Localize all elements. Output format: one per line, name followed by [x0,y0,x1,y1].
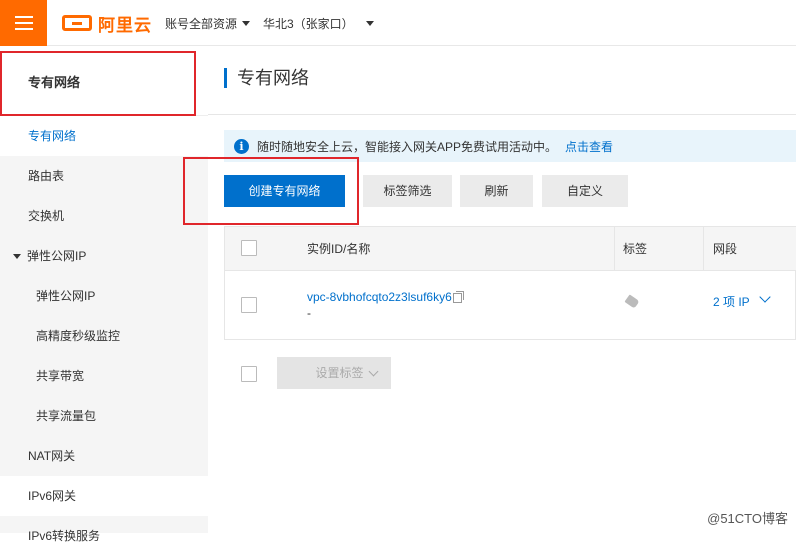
region-dropdown-label: 华北3（张家口） [263,16,354,31]
refresh-button[interactable]: 刷新 [460,175,533,207]
expand-triangle-icon [13,254,21,260]
vpc-table: 实例ID/名称 标签 网段 vpc-8vbhofcqto2z3lsuf6ky6 … [224,226,796,340]
tag-icon[interactable] [624,294,640,309]
sidebar-item-label: 弹性公网IP [27,249,87,263]
column-header-tags: 标签 [623,242,648,256]
sidebar-item-shared-bandwidth[interactable]: 共享带宽 [0,356,208,396]
column-divider [614,227,615,271]
info-icon: i [234,138,249,154]
column-header-cidr[interactable]: 网段 [713,227,737,271]
notice-banner: i 随时随地安全上云，智能接入网关APP免费试用活动中。 点击查看 [224,130,796,162]
tag-filter-button[interactable]: 标签筛选 [363,175,452,207]
chevron-down-icon[interactable] [759,291,771,303]
sidebar-item-vpc[interactable]: 专有网络 [0,116,208,156]
select-all-checkbox[interactable] [241,240,257,256]
create-vpc-button[interactable]: 创建专有网络 [224,175,345,207]
vpc-name: - [307,306,311,320]
sidebar-item-nat-gateway[interactable]: NAT网关 [0,436,208,476]
account-dropdown[interactable]: 账号全部资源 [165,13,251,33]
table-row-vpc-id-link[interactable]: vpc-8vbhofcqto2z3lsuf6ky6 [307,290,464,304]
menu-icon[interactable] [0,0,47,46]
column-divider [703,227,704,271]
column-header-id: 实例ID/名称 [307,242,371,256]
copy-icon[interactable] [452,290,464,303]
sidebar-item-eip-group[interactable]: 弹性公网IP [0,236,208,276]
sidebar: 专有网络 专有网络 路由表 交换机 弹性公网IP 弹性公网IP 高精度秒级监控 … [0,46,208,543]
vpc-id: vpc-8vbhofcqto2z3lsuf6ky6 [307,290,452,304]
caret-down-icon [365,20,374,26]
row-checkbox[interactable] [241,297,257,313]
set-tags-label: 设置标签 [315,366,364,380]
sidebar-item-vswitch[interactable]: 交换机 [0,196,208,236]
sidebar-item-shared-traffic[interactable]: 共享流量包 [0,396,208,436]
set-tags-button: 设置标签 [277,357,391,389]
logo-text: 阿里云 [98,15,152,35]
watermark: @51CTO博客 [707,511,788,526]
top-bar: 阿里云 账号全部资源 华北3（张家口） [0,0,796,46]
sidebar-item-route-table[interactable]: 路由表 [0,156,208,196]
notice-text: 随时随地安全上云，智能接入网关APP免费试用活动中。 [257,139,558,154]
table-header: 实例ID/名称 标签 网段 [225,227,796,271]
sidebar-header: 专有网络 [0,46,208,116]
bottom-select-all-checkbox[interactable] [241,366,257,382]
chevron-down-icon [368,366,378,377]
sidebar-item-ipv6-translation[interactable]: IPv6转换服务 [0,516,208,556]
main-content: 专有网络 i 随时随地安全上云，智能接入网关APP免费试用活动中。 点击查看 创… [208,46,796,533]
caret-down-icon [242,20,251,26]
sidebar-item-monitoring[interactable]: 高精度秒级监控 [0,316,208,356]
notice-link[interactable]: 点击查看 [565,138,613,155]
region-dropdown[interactable]: 华北3（张家口） [263,13,374,33]
aliyun-logo-icon [62,15,92,31]
account-dropdown-label: 账号全部资源 [165,16,238,31]
sidebar-title: 专有网络 [28,75,81,90]
cidr-link[interactable]: 2 项 IP [713,293,750,310]
customize-button[interactable]: 自定义 [542,175,628,207]
sidebar-item-eip[interactable]: 弹性公网IP [0,276,208,316]
page-title: 专有网络 [224,68,309,88]
logo[interactable]: 阿里云 [62,12,152,35]
divider [208,114,796,115]
sidebar-item-ipv6-gateway[interactable]: IPv6网关 [0,476,208,516]
